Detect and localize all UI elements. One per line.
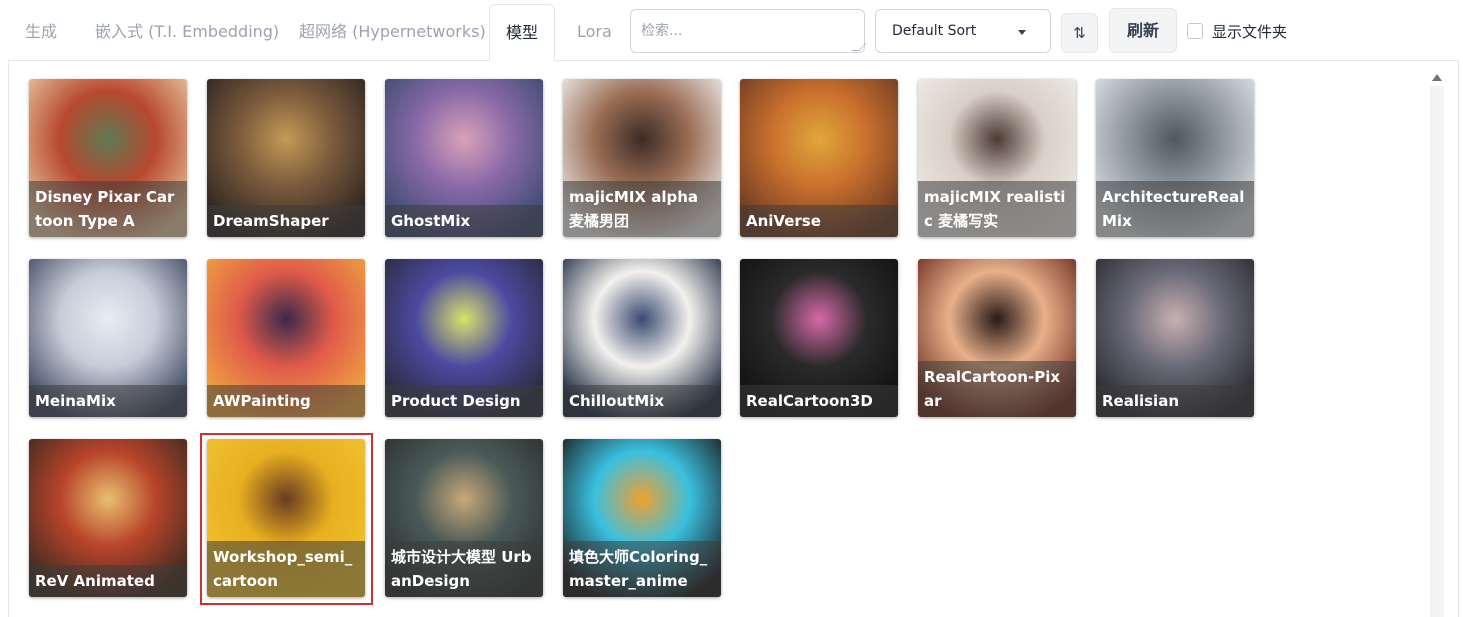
model-card[interactable]: ChilloutMix: [563, 259, 721, 417]
chevron-down-icon: [1018, 30, 1026, 35]
model-card[interactable]: Workshop_semi_cartoon: [207, 439, 365, 597]
model-name: AniVerse: [740, 205, 898, 237]
tab-generate[interactable]: 生成: [25, 12, 57, 52]
model-name: Product Design: [385, 385, 543, 417]
model-card[interactable]: AWPainting: [207, 259, 365, 417]
model-card[interactable]: MeinaMix: [29, 259, 187, 417]
tab-bar: 生成 嵌入式 (T.I. Embedding) 超网络 (Hypernetwor…: [0, 0, 1463, 62]
model-name: Workshop_semi_cartoon: [207, 541, 365, 597]
sort-direction-button[interactable]: ⇅: [1061, 13, 1098, 53]
model-name: DreamShaper: [207, 205, 365, 237]
model-card[interactable]: Product Design: [385, 259, 543, 417]
scrollbar-track[interactable]: [1430, 86, 1444, 617]
model-name: Disney Pixar Cartoon Type A: [29, 181, 187, 237]
sort-selected-label: Default Sort: [892, 23, 977, 39]
model-card[interactable]: 填色大师Coloring_master_anime: [563, 439, 721, 597]
model-name: RealCartoon3D: [740, 385, 898, 417]
model-name: MeinaMix: [29, 385, 187, 417]
model-card[interactable]: GhostMix: [385, 79, 543, 237]
show-folders-label: 显示文件夹: [1212, 22, 1288, 41]
refresh-button[interactable]: 刷新: [1109, 8, 1177, 53]
scroll-up-icon[interactable]: [1432, 74, 1442, 81]
sort-select[interactable]: Default Sort: [875, 9, 1051, 53]
model-card[interactable]: majicMIX realistic 麦橘写实: [918, 79, 1076, 237]
model-name: 城市设计大模型 UrbanDesign: [385, 541, 543, 597]
model-card[interactable]: 城市设计大模型 UrbanDesign: [385, 439, 543, 597]
sort-arrows-icon: ⇅: [1073, 24, 1086, 42]
model-name: GhostMix: [385, 205, 543, 237]
model-card[interactable]: majicMIX alpha 麦橘男团: [563, 79, 721, 237]
show-folders-checkbox[interactable]: [1187, 23, 1203, 39]
model-card[interactable]: Realisian: [1096, 259, 1254, 417]
model-card[interactable]: ArchitectureRealMix: [1096, 79, 1254, 237]
model-name: ChilloutMix: [563, 385, 721, 417]
model-name: 填色大师Coloring_master_anime: [563, 541, 721, 597]
model-name: ReV Animated: [29, 565, 187, 597]
model-name: majicMIX alpha 麦橘男团: [563, 181, 721, 237]
model-card[interactable]: DreamShaper: [207, 79, 365, 237]
model-card[interactable]: ReV Animated: [29, 439, 187, 597]
model-name: Realisian: [1096, 385, 1254, 417]
model-card[interactable]: AniVerse: [740, 79, 898, 237]
search-input[interactable]: [630, 9, 865, 53]
tab-embedding[interactable]: 嵌入式 (T.I. Embedding): [95, 12, 279, 52]
model-card[interactable]: RealCartoon-Pixar: [918, 259, 1076, 417]
tab-models[interactable]: 模型: [489, 4, 556, 61]
tab-lora[interactable]: Lora: [577, 12, 612, 52]
model-card[interactable]: RealCartoon3D: [740, 259, 898, 417]
show-folders-toggle[interactable]: 显示文件夹: [1187, 21, 1287, 41]
model-name: RealCartoon-Pixar: [918, 361, 1076, 417]
model-name: AWPainting: [207, 385, 365, 417]
tab-hypernetworks[interactable]: 超网络 (Hypernetworks): [299, 12, 486, 52]
model-name: majicMIX realistic 麦橘写实: [918, 181, 1076, 237]
model-card[interactable]: Disney Pixar Cartoon Type A: [29, 79, 187, 237]
model-name: ArchitectureRealMix: [1096, 181, 1254, 237]
